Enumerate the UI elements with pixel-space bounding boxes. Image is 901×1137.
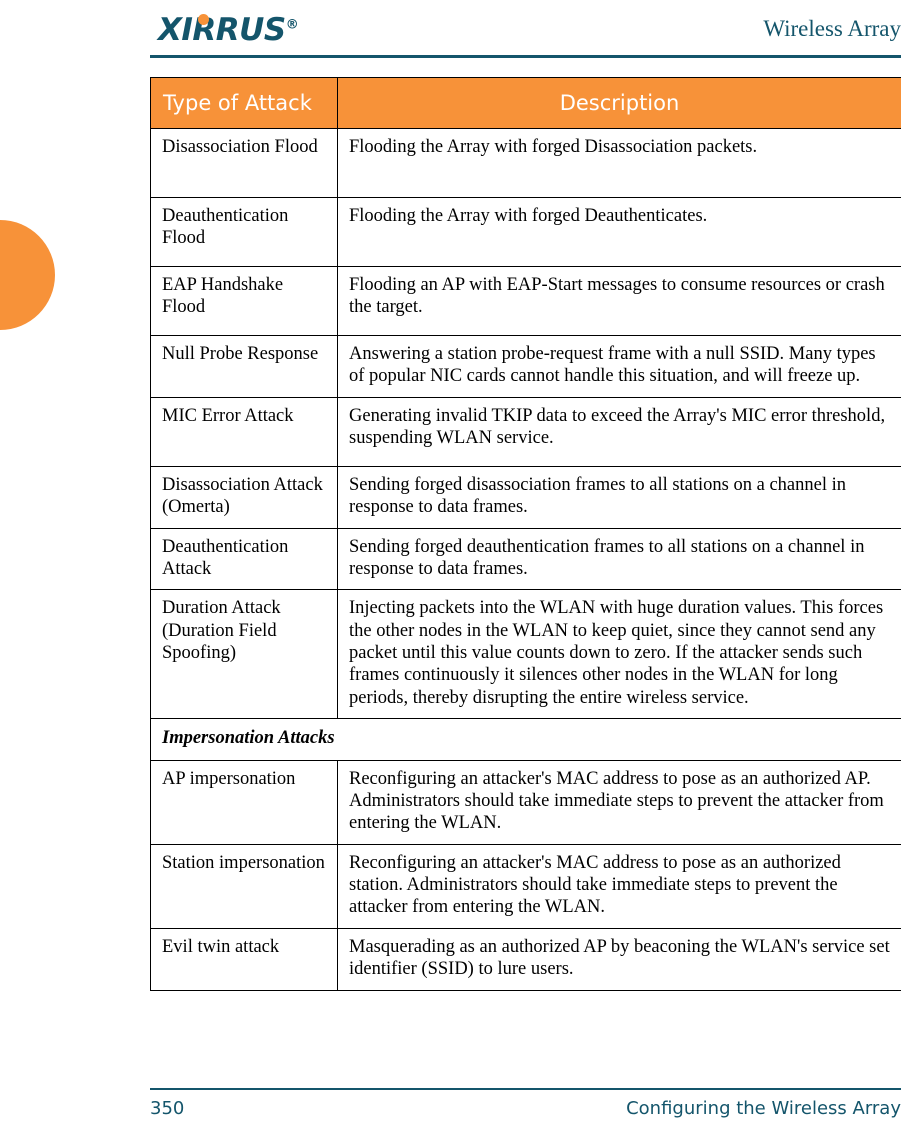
cell-attack-type: AP impersonation — [150, 759, 338, 845]
cell-attack-type: Deauthentication Attack — [150, 527, 338, 591]
column-header-description: Description — [337, 77, 901, 129]
table-row: EAP Handshake Flood Flooding an AP with … — [150, 266, 901, 336]
cell-attack-type: EAP Handshake Flood — [150, 266, 338, 336]
table-row: MIC Error Attack Generating invalid TKIP… — [150, 396, 901, 467]
footer-divider — [150, 1088, 901, 1090]
cell-attack-type: Deauthentication Flood — [150, 197, 338, 267]
cell-attack-type: Station impersonation — [150, 843, 338, 929]
cell-attack-description: Sending forged deauthentication frames t… — [337, 527, 901, 591]
cell-attack-type: Null Probe Response — [150, 335, 338, 398]
table-row: Duration Attack (Duration Field Spoofing… — [150, 589, 901, 720]
cell-attack-type: Disassociation Attack (Omerta) — [150, 465, 338, 529]
footer-page-number: 350 — [150, 1098, 185, 1119]
cell-attack-type: Evil twin attack — [150, 927, 338, 991]
header-title: Wireless Array — [763, 16, 901, 41]
table-row: Station impersonation Reconfiguring an a… — [150, 843, 901, 929]
section-header-impersonation-attacks: Impersonation Attacks — [150, 718, 901, 761]
page-header: XIRRUS® Wireless Array — [150, 0, 901, 62]
cell-attack-description: Generating invalid TKIP data to exceed t… — [337, 396, 901, 467]
table-section-header-row: Impersonation Attacks — [150, 718, 901, 761]
table-row: Deauthentication Flood Flooding the Arra… — [150, 197, 901, 267]
table-row: Disassociation Attack (Omerta) Sending f… — [150, 465, 901, 529]
table-row: AP impersonation Reconfiguring an attack… — [150, 759, 901, 845]
table-row: Evil twin attack Masquerading as an auth… — [150, 927, 901, 991]
table-row: Deauthentication Attack Sending forged d… — [150, 527, 901, 591]
cell-attack-description: Masquerading as an authorized AP by beac… — [337, 927, 901, 991]
xirrus-logo: XIRRUS® — [158, 6, 299, 49]
cell-attack-type: Disassociation Flood — [150, 128, 338, 198]
attack-types-table: Type of Attack Description Disassociatio… — [150, 77, 901, 991]
cell-attack-description: Flooding the Array with forged Disassoci… — [337, 128, 901, 198]
page-content: XIRRUS® Wireless Array Type of Attack De… — [150, 0, 901, 1137]
cell-attack-description: Answering a station probe-request frame … — [337, 335, 901, 398]
footer-section-title: Configuring the Wireless Array — [626, 1098, 901, 1119]
column-header-type-of-attack: Type of Attack — [150, 77, 338, 129]
footer-content: 350 Configuring the Wireless Array — [150, 1098, 901, 1119]
cell-attack-description: Reconfiguring an attacker's MAC address … — [337, 843, 901, 929]
page-edge-tab — [0, 220, 55, 330]
table-row: Null Probe Response Answering a station … — [150, 335, 901, 398]
logo-wordmark: XIRRUS® — [158, 12, 299, 49]
cell-attack-description: Sending forged disassociation frames to … — [337, 465, 901, 529]
page-footer: 350 Configuring the Wireless Array — [150, 1088, 901, 1119]
header-divider — [150, 55, 901, 58]
cell-attack-description: Flooding the Array with forged Deauthent… — [337, 197, 901, 267]
cell-attack-type: MIC Error Attack — [150, 396, 338, 467]
cell-attack-type: Duration Attack (Duration Field Spoofing… — [150, 589, 338, 720]
table-row: Disassociation Flood Flooding the Array … — [150, 128, 901, 198]
cell-attack-description: Reconfiguring an attacker's MAC address … — [337, 759, 901, 845]
registered-trademark-icon: ® — [285, 18, 299, 33]
table-header-row: Type of Attack Description — [150, 77, 901, 129]
cell-attack-description: Flooding an AP with EAP-Start messages t… — [337, 266, 901, 336]
logo-wordmark-text: XIRRUS — [158, 12, 286, 49]
cell-attack-description: Injecting packets into the WLAN with hug… — [337, 589, 901, 720]
